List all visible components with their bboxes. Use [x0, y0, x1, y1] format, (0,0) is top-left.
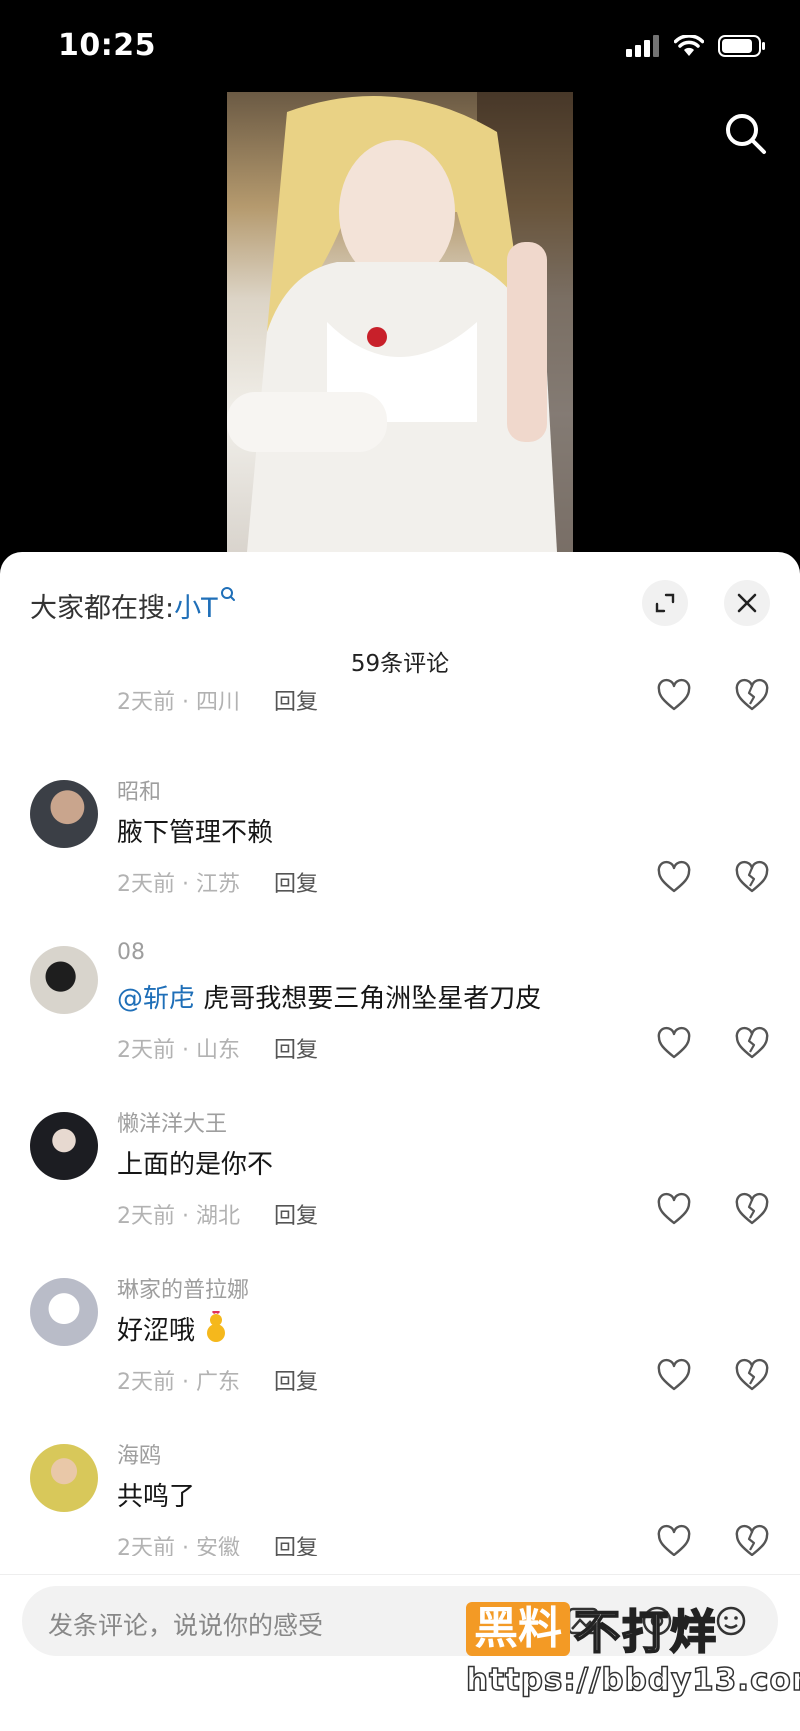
avatar[interactable] — [30, 1112, 98, 1180]
watermark-logo: 黑料 不打烊 — [466, 1596, 718, 1662]
signal-icon — [626, 35, 659, 57]
comment-text: @斩虍 虎哥我想要三角洲坠星者刀皮 — [117, 978, 541, 1015]
comment-input-placeholder[interactable]: 发条评论，说说你的感受 — [48, 1606, 323, 1642]
comment-body: 虎哥我想要三角洲坠星者刀皮 — [195, 984, 542, 1014]
comment-time-location: 2天前 · 湖北 — [117, 1204, 240, 1229]
dislike-icon[interactable] — [734, 1192, 770, 1228]
comment-item: 海鸥 共鸣了 2天前 · 安徽 回复 — [0, 1430, 800, 1556]
like-icon[interactable] — [656, 1358, 692, 1394]
comment-item: 琳家的普拉娜 好涩哦 2天前 · 广东 回复 — [0, 1264, 800, 1430]
search-icon — [726, 114, 766, 154]
divider — [0, 1574, 800, 1575]
mention-link[interactable]: @斩虍 — [117, 984, 195, 1014]
dislike-icon[interactable] — [734, 1524, 770, 1556]
like-icon[interactable] — [656, 1192, 692, 1228]
comment-meta: 2天前 · 广东 回复 — [117, 1364, 318, 1396]
reply-button[interactable]: 回复 — [274, 684, 318, 716]
comment-meta: 2天前 · 安徽 回复 — [117, 1530, 318, 1556]
comment-item: 懒洋洋大王 上面的是你不 2天前 · 湖北 回复 — [0, 1098, 800, 1264]
comment-author[interactable]: 海鸥 — [117, 1438, 161, 1470]
watermark-url: https://bbdy13.com — [465, 1661, 800, 1699]
like-icon[interactable] — [656, 1524, 692, 1556]
reply-button[interactable]: 回复 — [274, 866, 318, 898]
partial-comment-meta: 2天前 · 四川 回复 — [117, 684, 318, 716]
avatar[interactable] — [30, 946, 98, 1014]
comment-meta: 2天前 · 江苏 回复 — [117, 866, 318, 898]
dislike-icon[interactable] — [734, 1358, 770, 1394]
dislike-icon[interactable] — [734, 860, 770, 896]
wifi-icon — [674, 35, 704, 56]
comment-time-location: 2天前 · 广东 — [117, 1370, 240, 1395]
comment-author[interactable]: 08 — [117, 940, 145, 965]
comment-time-location: 2天前 · 江苏 — [117, 872, 240, 897]
trend-term[interactable]: 小T — [174, 593, 218, 624]
dislike-icon[interactable] — [734, 1026, 770, 1062]
comment-author[interactable]: 琳家的普拉娜 — [117, 1272, 249, 1304]
trend-search-icon — [220, 587, 235, 601]
comment-meta: 2天前 · 湖北 回复 — [117, 1198, 318, 1230]
comment-text: 好涩哦 — [117, 1310, 229, 1347]
status-time: 10:25 — [58, 28, 156, 63]
like-icon[interactable] — [656, 1026, 692, 1062]
like-icon[interactable] — [656, 678, 692, 714]
trending-search[interactable]: 大家都在搜:小T — [30, 586, 236, 625]
comment-list[interactable]: 2天前 · 四川 回复 昭和 腋下管理不赖 2天前 · 江苏 回复 08 @斩虍… — [0, 676, 800, 1556]
trend-prefix: 大家都在搜: — [30, 593, 175, 624]
close-button[interactable] — [724, 580, 770, 626]
comment-time-location: 2天前 · 四川 — [117, 690, 240, 715]
reply-button[interactable]: 回复 — [274, 1198, 318, 1230]
comment-author[interactable]: 懒洋洋大王 — [117, 1106, 227, 1138]
expand-button[interactable] — [642, 580, 688, 626]
video-figure-illustration — [227, 92, 573, 552]
comment-item: 08 @斩虍 虎哥我想要三角洲坠星者刀皮 2天前 · 山东 回复 — [0, 932, 800, 1098]
status-bar: 10:25 — [0, 0, 800, 92]
comment-time-location: 2天前 · 山东 — [117, 1038, 240, 1063]
comment-sheet: 大家都在搜:小T 59条评论 2天前 · 四川 回复 昭和 腋下管理不赖 2天前… — [0, 552, 800, 1731]
avatar[interactable] — [30, 1444, 98, 1512]
comment-text: 腋下管理不赖 — [117, 818, 274, 848]
reply-button[interactable]: 回复 — [274, 1530, 318, 1556]
reply-button[interactable]: 回复 — [274, 1032, 318, 1064]
gourd-emoji-icon — [207, 1310, 226, 1342]
like-icon[interactable] — [656, 860, 692, 896]
comment-time-location: 2天前 · 安徽 — [117, 1536, 240, 1556]
watermark-text: 不打烊 — [573, 1604, 718, 1660]
video-thumbnail[interactable] — [227, 92, 573, 552]
avatar[interactable] — [30, 1278, 98, 1346]
status-icons — [626, 34, 766, 58]
dislike-icon[interactable] — [734, 678, 770, 714]
sheet-header: 大家都在搜:小T — [30, 580, 770, 628]
close-icon — [737, 593, 757, 613]
expand-icon — [655, 593, 675, 613]
comment-item: 昭和 腋下管理不赖 2天前 · 江苏 回复 — [0, 766, 800, 932]
reply-button[interactable]: 回复 — [274, 1364, 318, 1396]
comment-body: 好涩哦 — [117, 1316, 196, 1346]
comment-author[interactable]: 昭和 — [117, 774, 161, 806]
avatar[interactable] — [30, 780, 98, 848]
watermark-badge: 黑料 — [466, 1602, 570, 1656]
comment-count: 59条评论 — [350, 651, 450, 677]
comment-text: 共鸣了 — [117, 1482, 196, 1512]
search-button[interactable] — [722, 110, 770, 158]
battery-icon — [718, 35, 765, 57]
video-area[interactable] — [0, 92, 800, 552]
comment-meta: 2天前 · 山东 回复 — [117, 1032, 318, 1064]
comment-text: 上面的是你不 — [117, 1150, 274, 1180]
